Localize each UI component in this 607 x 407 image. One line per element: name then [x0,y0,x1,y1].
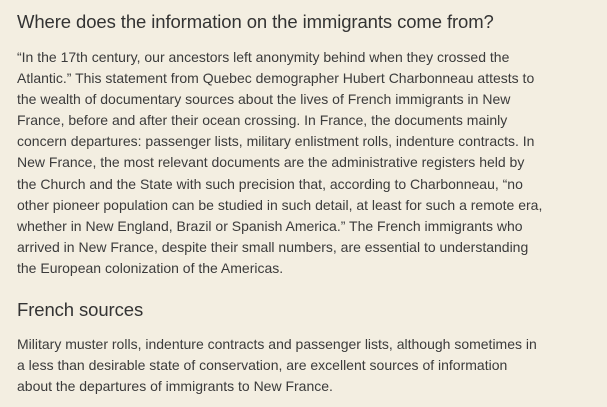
paragraph-line: the wealth of documentary sources about … [17,91,511,108]
paragraph-line: concern departures: passenger lists, mil… [17,133,535,150]
section-heading-french-sources: French sources [17,299,144,321]
paragraph-line: a less than desirable state of conservat… [17,357,508,374]
section-heading-information-source: Where does the information on the immigr… [17,11,494,32]
paragraph-line: the Church and the State with such preci… [17,175,523,192]
paragraph-line: whether in New England, Brazil or Spanis… [17,217,523,234]
section-paragraph-information-source: “In the 17th century, our ancestors left… [17,47,607,279]
section-paragraph-french-sources: Military muster rolls, indenture contrac… [17,334,607,397]
article-content: Where does the information on the immigr… [0,0,607,407]
paragraph-line: Atlantic.” This statement from Quebec de… [17,70,535,87]
paragraph-line: France, before and after their ocean cro… [17,112,508,129]
paragraph-line: New France, the most relevant documents … [17,154,525,171]
paragraph-line: other pioneer population can be studied … [17,196,543,213]
paragraph-line: about the departures of immigrants to Ne… [17,378,333,395]
paragraph-line: the European colonization of the America… [17,259,284,276]
paragraph-line: arrived in New France, despite their sma… [17,238,529,255]
paragraph-line: Military muster rolls, indenture contrac… [17,336,537,353]
paragraph-line: “In the 17th century, our ancestors left… [17,49,510,65]
